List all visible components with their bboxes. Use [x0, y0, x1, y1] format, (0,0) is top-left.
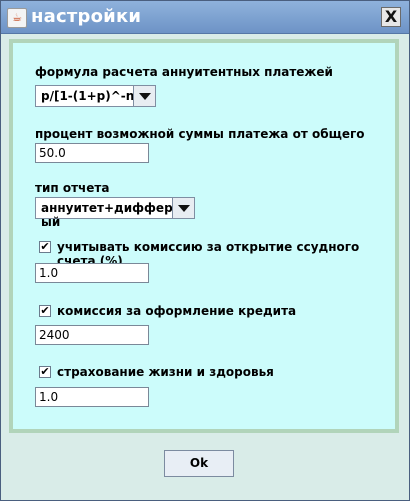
- report-type-combo[interactable]: аннуитет+диффер-ый: [35, 197, 195, 229]
- insurance-input[interactable]: 1.0: [35, 387, 149, 407]
- insurance-label[interactable]: страхование жизни и здоровья: [57, 365, 274, 379]
- chevron-down-icon[interactable]: [172, 198, 194, 218]
- ok-button[interactable]: Ok: [164, 450, 234, 477]
- window-title: настройки: [31, 6, 142, 27]
- commission-credit-checkbox[interactable]: ✔: [39, 305, 51, 317]
- java-cup-icon: ☕: [7, 8, 27, 28]
- formula-combo[interactable]: p/[1-(1+p)^-n]: [35, 85, 156, 107]
- percent-input[interactable]: 50.0: [35, 143, 149, 163]
- commission-credit-input[interactable]: 2400: [35, 325, 149, 345]
- settings-window: ☕ настройки X формула расчета аннуитентн…: [0, 0, 410, 501]
- formula-label: формула расчета аннуитентных платежей: [35, 65, 333, 79]
- commission-credit-label[interactable]: комиссия за оформление кредита: [57, 304, 296, 318]
- formula-selected: p/[1-(1+p)^-n]: [41, 89, 140, 103]
- report-type-label: тип отчета: [35, 181, 110, 195]
- settings-panel: формула расчета аннуитентных платежей p/…: [9, 39, 399, 433]
- chevron-down-icon[interactable]: [133, 86, 155, 106]
- commission-account-checkbox[interactable]: ✔: [39, 241, 51, 253]
- titlebar[interactable]: ☕ настройки X: [1, 1, 409, 34]
- insurance-checkbox[interactable]: ✔: [39, 366, 51, 378]
- close-button[interactable]: X: [381, 7, 401, 27]
- commission-account-input[interactable]: 1.0: [35, 263, 149, 283]
